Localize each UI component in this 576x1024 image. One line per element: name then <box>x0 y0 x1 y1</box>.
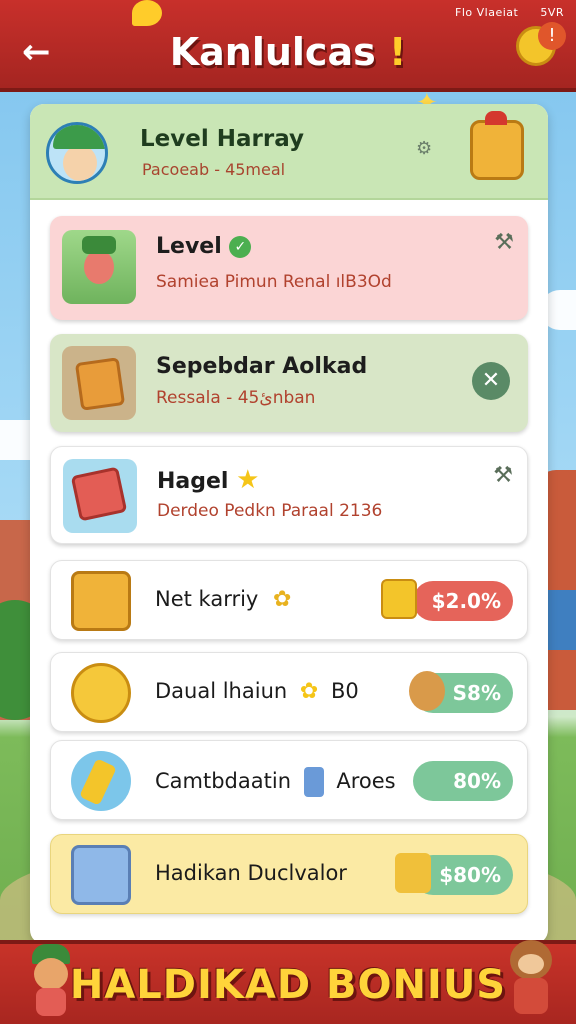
reward-label: Hadikan Duclvalor <box>155 861 347 885</box>
reward-extra: B0 <box>331 679 359 703</box>
speech-bubble-icon <box>132 0 162 26</box>
level-card[interactable]: Level ✓ Samiea Pimun Renal ılB3Od ⚒ <box>50 216 528 320</box>
status-right: 5VR <box>540 6 564 19</box>
reward-row[interactable]: Camtbdaatin Aroes 80% <box>50 740 528 820</box>
hagel-card[interactable]: Hagel ★ Derdeo Pedkn Paraal 2136 ⚒ <box>50 446 528 544</box>
gold-bar-icon <box>395 853 431 893</box>
trophy-icon <box>381 579 417 619</box>
kid-character-icon <box>22 944 78 1018</box>
monkey-character-icon <box>500 936 562 1018</box>
monkey-icon <box>409 671 445 711</box>
achievement-card[interactable]: Sepebdar Aolkad Ressala - 4ئ5nban ✕ <box>50 334 528 432</box>
bonus-banner-text: HALDIKAD BONIUS <box>69 962 507 1008</box>
reward-row[interactable]: Hadikan Duclvalor $80% <box>50 834 528 914</box>
reward-label-text: Camtbdaatin <box>155 769 291 793</box>
book-thumbnail-icon <box>63 459 137 533</box>
chick-icon <box>71 663 131 723</box>
card-icon <box>303 767 324 797</box>
treasure-box-icon <box>470 111 524 180</box>
page-title: Kanlulcas ! <box>0 30 576 74</box>
main-panel: Level Harray Pacoeab - 45meal ⚙ Level ✓ … <box>30 104 548 944</box>
card-subtitle: Ressala - 4ئ5nban <box>156 388 316 408</box>
puzzle-icon: ✿ <box>273 587 292 612</box>
reward-extra: Aroes <box>336 769 396 793</box>
gift-box-icon <box>71 571 131 631</box>
reward-label-text: Net karriy <box>155 587 259 611</box>
hammer-icon[interactable]: ⚒ <box>493 463 513 488</box>
scroll-icon <box>71 751 131 811</box>
bonus-banner[interactable]: HALDIKAD BONIUS <box>0 940 576 1024</box>
scroll-thumbnail-icon <box>62 346 136 420</box>
star-icon: ★ <box>236 465 260 495</box>
profile-title: Level Harray <box>140 126 304 152</box>
status-left: Flo Vlaeiat <box>455 6 519 19</box>
page-title-text: Kanlulcas <box>169 30 376 74</box>
close-icon[interactable]: ✕ <box>472 362 510 400</box>
reward-row[interactable]: Net karriy ✿ $2.0% <box>50 560 528 640</box>
reward-label: Camtbdaatin Aroes <box>155 767 396 797</box>
card-title: Sepebdar Aolkad <box>156 354 368 379</box>
reward-value-badge: 80% <box>413 761 513 801</box>
hammer-icon[interactable]: ⚒ <box>494 230 514 255</box>
card-subtitle: Derdeo Pedkn Paraal 2136 <box>157 501 383 521</box>
card-title: Level ✓ <box>156 234 252 259</box>
status-bar: Flo Vlaeiat 5VR <box>437 6 564 19</box>
gear-icon[interactable]: ⚙ <box>416 138 432 159</box>
reward-label: Daual lhaiun ✿ B0 <box>155 679 359 704</box>
reward-value-badge: $2.0% <box>413 581 513 621</box>
notification-badge[interactable]: ! <box>538 22 566 50</box>
reward-label-text: Daual lhaiun <box>155 679 288 703</box>
puzzle-icon: ✿ <box>299 679 319 704</box>
character-thumbnail-icon <box>62 230 136 304</box>
card-title: Hagel ★ <box>157 465 259 495</box>
avatar <box>46 122 108 184</box>
reward-label: Net karriy ✿ <box>155 587 291 612</box>
top-bar: Flo Vlaeiat 5VR ← Kanlulcas ! ! <box>0 0 576 92</box>
candy-jar-icon <box>71 845 131 905</box>
card-title-text: Level <box>156 234 222 259</box>
reward-row[interactable]: Daual lhaiun ✿ B0 S8% <box>50 652 528 732</box>
avatar-face <box>63 145 97 181</box>
card-subtitle: Samiea Pimun Renal ılB3Od <box>156 272 392 292</box>
page-title-bang: ! <box>388 30 407 74</box>
check-badge-icon: ✓ <box>229 236 252 258</box>
avatar-hat <box>53 125 105 149</box>
profile-subtitle: Pacoeab - 45meal <box>142 160 286 179</box>
profile-card[interactable]: Level Harray Pacoeab - 45meal ⚙ <box>30 104 548 200</box>
card-title-text: Hagel <box>157 469 229 494</box>
